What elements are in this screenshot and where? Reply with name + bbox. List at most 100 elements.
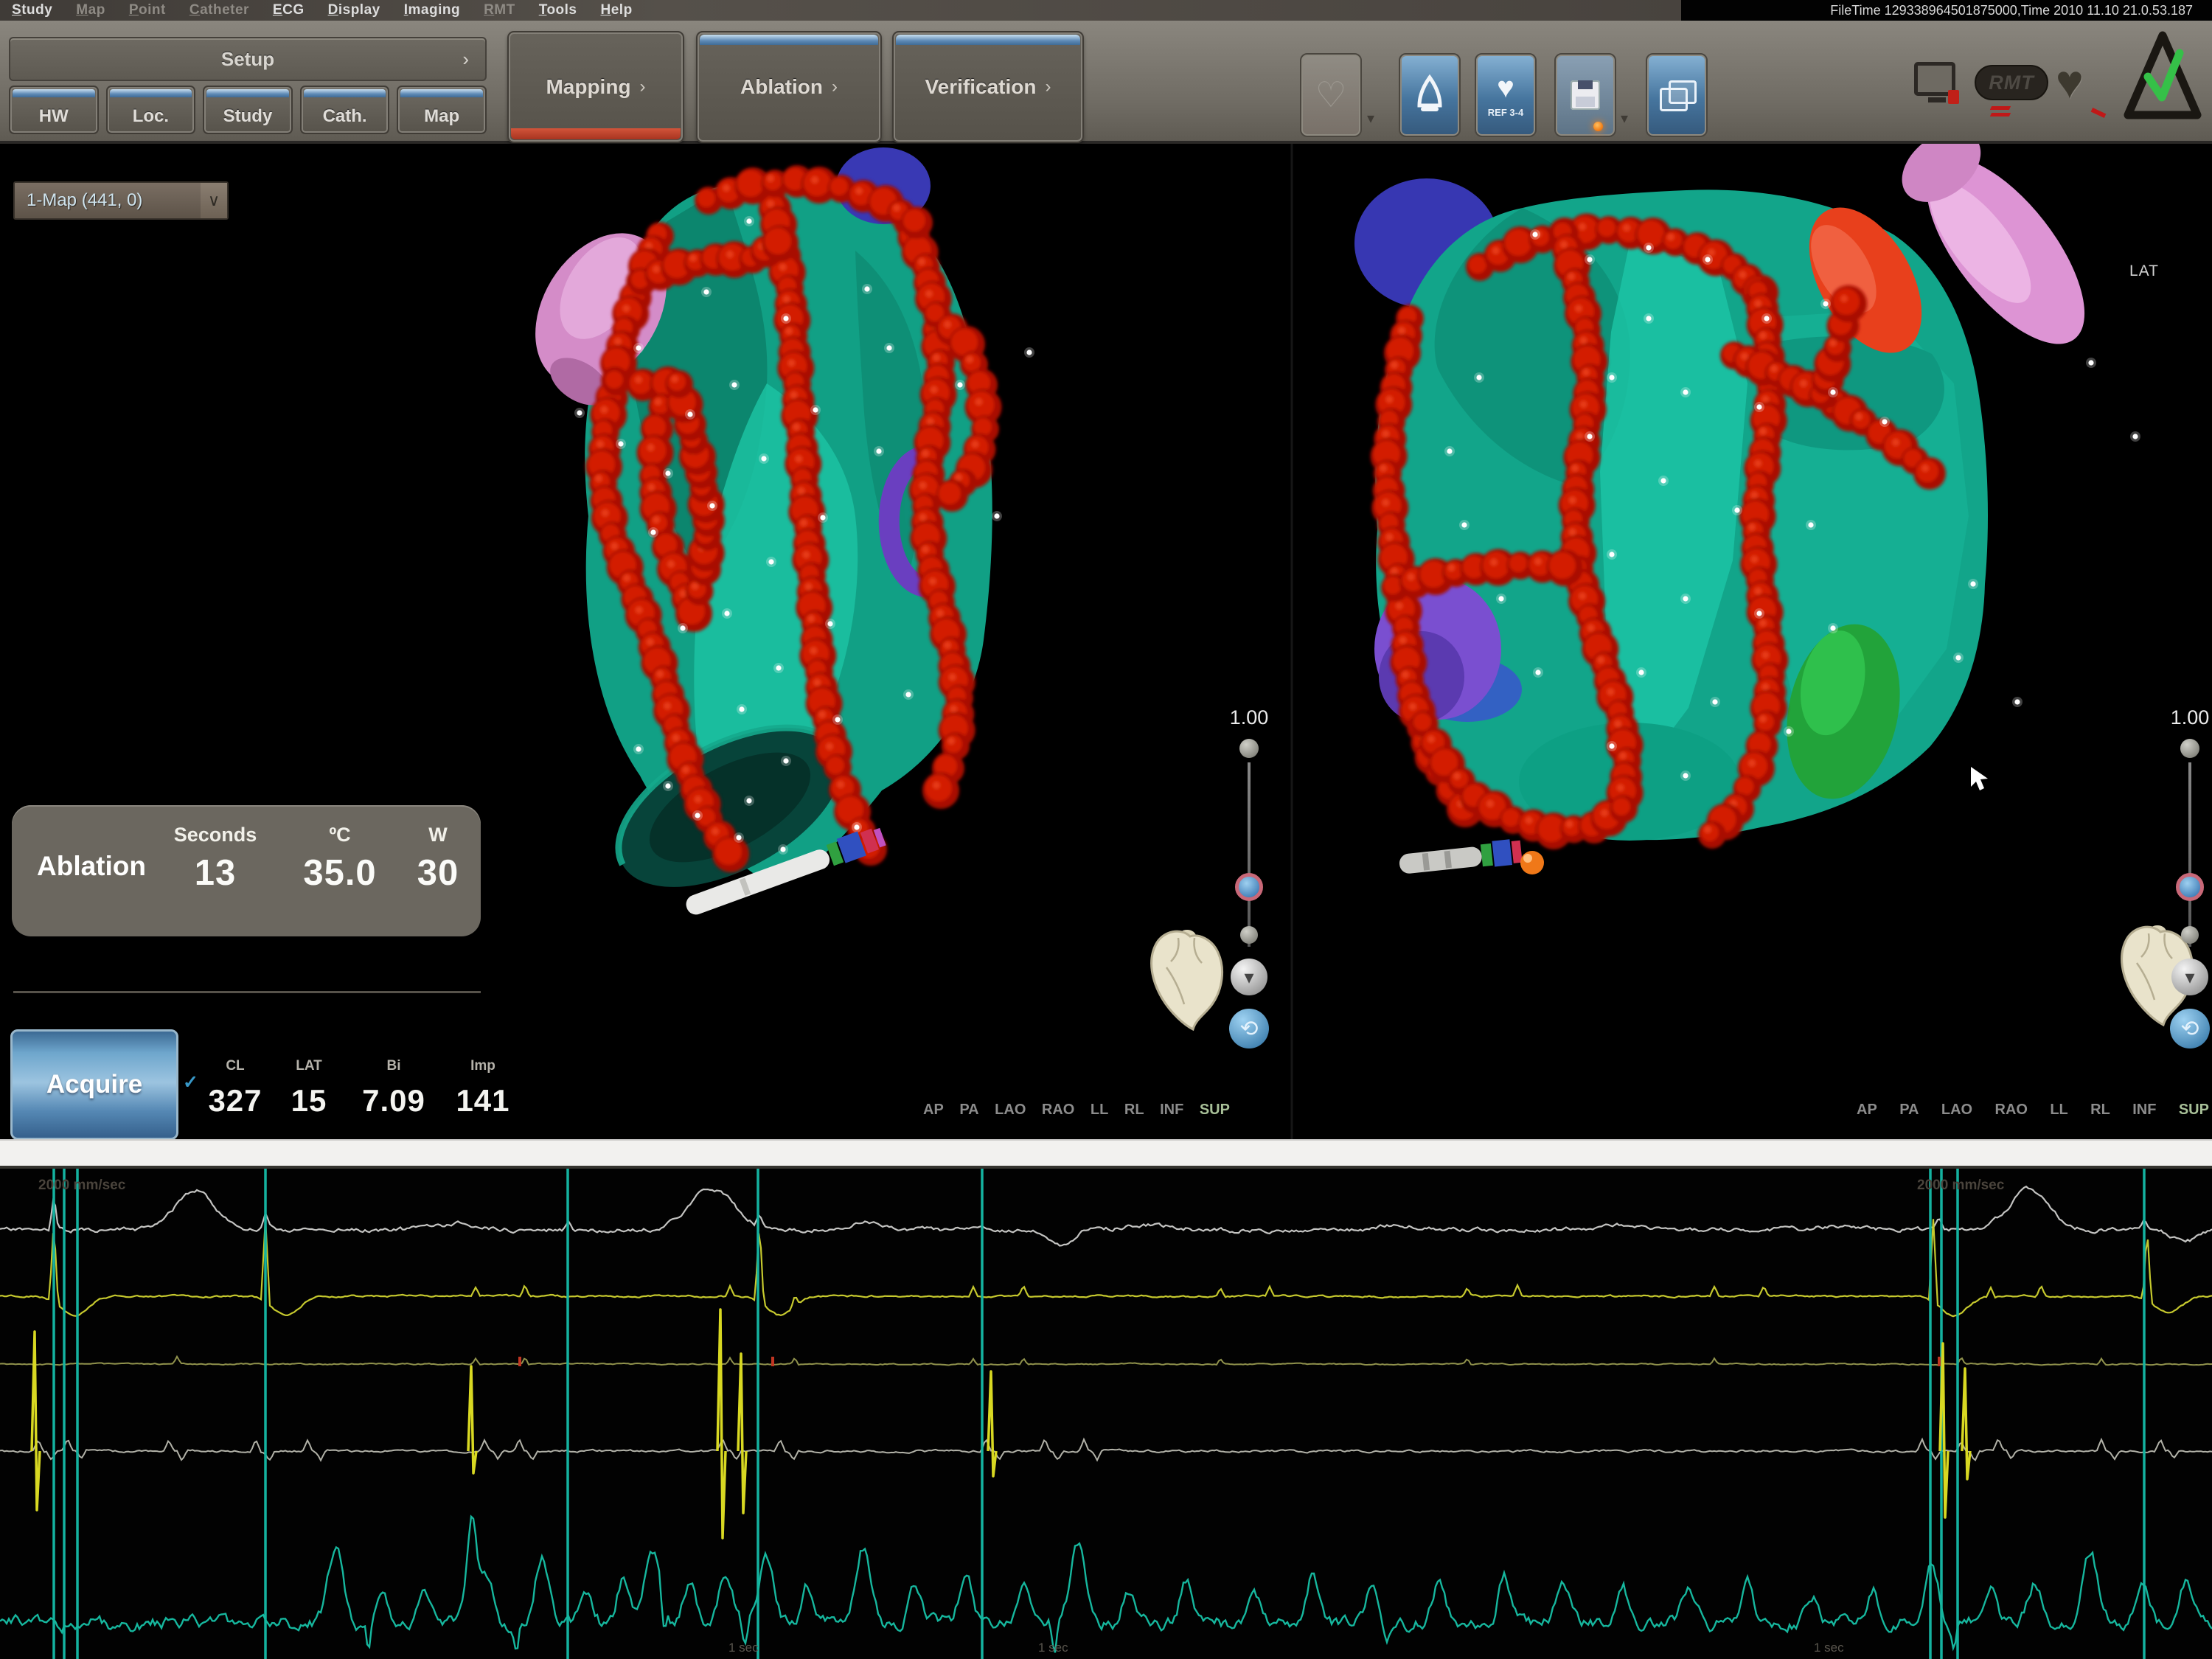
orientation-lao[interactable]: LAO (995, 1102, 1026, 1119)
stat-label: Imp (470, 1058, 495, 1074)
orientation-ll[interactable]: LL (2050, 1102, 2067, 1119)
setup-button-loc[interactable]: Loc. (106, 86, 196, 134)
orientation-rl[interactable]: RL (1124, 1102, 1144, 1119)
orientation-ll[interactable]: LL (1091, 1102, 1108, 1119)
readout-value: 30 (403, 852, 473, 894)
readout-label: Seconds (153, 813, 277, 846)
ablation-readouts: Seconds13ºC35.0 W 30 (153, 813, 473, 894)
app-window: { "window": { "file_time": "FileTime 129… (0, 0, 2212, 1659)
acquire-stats: CL327LAT15Bi7.09Imp141 (208, 1058, 516, 1119)
right-atrium-map[interactable] (1354, 144, 2140, 877)
ecg-trace-surface-ecg (0, 1186, 2212, 1245)
zoom-value-label: 1.00 (1230, 706, 1269, 729)
map-3d-canvas[interactable] (0, 144, 2212, 1139)
zoom-slider-thumb[interactable] (2176, 873, 2204, 901)
stat-value: 141 (450, 1083, 516, 1119)
ecg-trace-olive (0, 1357, 2212, 1366)
setup-button-label: Loc. (133, 106, 169, 127)
remote-monitor-icon[interactable] (1914, 62, 1955, 96)
heart-status-mark (2091, 108, 2107, 118)
menu-catheter[interactable]: Catheter (189, 2, 249, 18)
tab-ablation[interactable]: Ablation › (696, 31, 882, 143)
ref-channel-label: REF 3-4 (1488, 107, 1523, 118)
stat-cl: CL327 (208, 1058, 262, 1119)
save-indicator-led (1593, 122, 1603, 131)
menu-tools[interactable]: Tools (539, 2, 577, 18)
ecg-reference-button[interactable]: ♡ (1300, 53, 1362, 137)
windows-layout-button[interactable] (1646, 53, 1708, 137)
zoom-out-knob[interactable] (2181, 926, 2199, 944)
ablation-readout-c: ºC35.0 (296, 813, 383, 894)
rotate-view-button[interactable]: ⟲ (2170, 1009, 2210, 1048)
pan-down-button[interactable]: ▾ (1231, 959, 1267, 995)
ablation-readout-seconds: Seconds13 (153, 813, 277, 894)
orientation-inf[interactable]: INF (2132, 1102, 2156, 1119)
acquire-check-icon[interactable]: ✓ (183, 1071, 198, 1093)
setup-button[interactable]: Setup › (9, 37, 487, 81)
anatomy-tool-button[interactable] (1399, 53, 1461, 137)
zoom-out-knob[interactable] (1240, 926, 1258, 944)
button-accent-stripe (206, 89, 289, 97)
orientation-rl[interactable]: RL (2090, 1102, 2110, 1119)
save-study-button[interactable] (1554, 53, 1616, 137)
setup-button-label: HW (39, 106, 69, 127)
save-dropdown-icon[interactable]: ▾ (1621, 109, 1628, 128)
tab-mapping[interactable]: Mapping › (507, 31, 684, 143)
menu-study[interactable]: Study (12, 2, 52, 18)
orientation-pa[interactable]: PA (959, 1102, 978, 1119)
orientation-rao[interactable]: RAO (1995, 1102, 2028, 1119)
ecg-reference-dropdown-icon[interactable]: ▾ (1367, 109, 1374, 128)
rmt-status-icon[interactable]: RMT (1975, 65, 2048, 100)
setup-button-study[interactable]: Study (203, 86, 293, 134)
zoom-slider-track[interactable] (1248, 762, 1251, 947)
menu-point[interactable]: Point (129, 2, 166, 18)
pan-down-button[interactable]: ▾ (2171, 959, 2208, 995)
tab-mapping-label: Mapping (546, 75, 630, 99)
acquire-button[interactable]: Acquire (10, 1029, 178, 1140)
panel-divider (13, 991, 481, 993)
heart-system-status-icon[interactable]: ♥ (2056, 55, 2084, 109)
orientation-lao[interactable]: LAO (1941, 1102, 1972, 1119)
ablation-panel: Ablation Seconds13ºC35.0W30 (12, 805, 481, 936)
pacing-tick (771, 1357, 774, 1366)
zoom-slider-thumb[interactable] (1235, 873, 1263, 901)
setup-button-map[interactable]: Map (397, 86, 487, 134)
orientation-ap[interactable]: AP (923, 1102, 944, 1119)
tab-verification[interactable]: Verification › (892, 31, 1084, 143)
setup-button-label: Map (424, 106, 459, 127)
orientation-ap[interactable]: AP (1857, 1102, 1877, 1119)
menu-imaging[interactable]: Imaging (404, 2, 460, 18)
button-accent-stripe (400, 89, 483, 97)
zoom-in-knob[interactable] (2180, 739, 2199, 758)
floppy-disk-icon (1571, 80, 1600, 110)
heart-orientation-widget-left[interactable] (1152, 930, 1222, 1029)
orientation-pa[interactable]: PA (1899, 1102, 1919, 1119)
map-selector-dropdown[interactable]: 1-Map (441, 0) ∨ (13, 181, 229, 220)
button-accent-stripe (304, 89, 386, 97)
orientation-inf[interactable]: INF (1160, 1102, 1183, 1119)
ecg-trace-bottom-teal (0, 1517, 2212, 1653)
map-viewport: 1-Map (441, 0) ∨ LAT Ablation Seconds13º… (0, 144, 2212, 1139)
zoom-in-knob[interactable] (1239, 739, 1259, 758)
menu-rmt[interactable]: RMT (484, 2, 515, 18)
file-time-label: FileTime 129338964501875000,Time 2010 11… (1681, 0, 2212, 21)
readout-label: W (403, 813, 473, 846)
left-atrium-map[interactable] (504, 147, 1034, 920)
system-ok-icon (2124, 31, 2202, 121)
stat-label: Bi (387, 1058, 401, 1074)
orientation-rao[interactable]: RAO (1042, 1102, 1074, 1119)
setup-button-cath[interactable]: Cath. (300, 86, 390, 134)
heart-icon: ♥ (1497, 73, 1514, 102)
rotate-view-button[interactable]: ⟲ (1229, 1009, 1269, 1048)
menu-map[interactable]: Map (76, 2, 105, 18)
zoom-slider-track[interactable] (2188, 762, 2191, 947)
reference-channel-button[interactable]: ♥ REF 3-4 (1475, 53, 1537, 137)
menu-display[interactable]: Display (328, 2, 380, 18)
setup-button-hw[interactable]: HW (9, 86, 99, 134)
map-coloring-label: LAT (2129, 262, 2159, 280)
toolbar: Setup › HW Loc. Study Cath. Map Mapping › Ab… (0, 21, 2212, 144)
menu-ecg[interactable]: ECG (273, 2, 305, 18)
setup-button-label: Cath. (323, 106, 367, 127)
menu-help[interactable]: Help (601, 2, 633, 18)
caliper-lines[interactable] (54, 1169, 2144, 1659)
